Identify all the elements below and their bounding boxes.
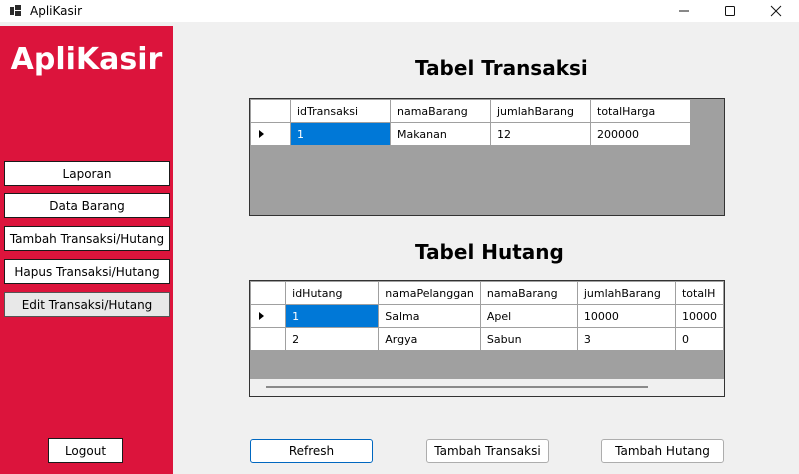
row-header-corner — [250, 281, 287, 305]
tambah-transaksi-button[interactable]: Tambah Transaksi — [426, 439, 549, 463]
table-cell[interactable]: Salma — [378, 304, 481, 328]
brand-title: ApliKasir — [10, 42, 163, 77]
column-header-idhutang[interactable]: idHutang — [285, 281, 380, 305]
row-header[interactable] — [250, 122, 291, 146]
column-header-totalh[interactable]: totalH — [674, 281, 724, 305]
table-cell[interactable]: 10000 — [674, 304, 724, 328]
sidebar-item-data-barang[interactable]: Data Barang — [4, 193, 170, 218]
table-header-row: idTransaksi namaBarang jumlahBarang tota… — [250, 99, 691, 123]
transaksi-table: idTransaksi namaBarang jumlahBarang tota… — [250, 99, 691, 146]
logout-button[interactable]: Logout — [48, 438, 123, 463]
current-row-arrow-icon — [259, 130, 264, 138]
title-bar[interactable]: ApliKasir — [0, 0, 799, 22]
minimize-icon — [679, 10, 689, 12]
column-header-totalharga[interactable]: totalHarga — [590, 99, 691, 123]
sidebar-item-hapus-transaksi-hutang[interactable]: Hapus Transaksi/Hutang — [4, 259, 170, 284]
table-cell[interactable]: 0 — [674, 327, 724, 351]
scrollbar-thumb[interactable] — [266, 386, 648, 388]
hutang-grid[interactable]: idHutang namaPelanggan namaBarang jumlah… — [249, 280, 725, 397]
sidebar-item-edit-transaksi-hutang[interactable]: Edit Transaksi/Hutang — [4, 292, 170, 317]
row-header[interactable] — [250, 304, 287, 328]
sidebar-item-tambah-transaksi-hutang[interactable]: Tambah Transaksi/Hutang — [4, 226, 170, 251]
table-row[interactable]: 1 Makanan 12 200000 — [250, 122, 691, 146]
hutang-table: idHutang namaPelanggan namaBarang jumlah… — [250, 281, 724, 351]
table-cell[interactable]: Sabun — [479, 327, 578, 351]
close-icon — [770, 5, 782, 17]
table-cell[interactable]: 1 — [290, 122, 391, 146]
table-cell[interactable]: 1 — [285, 304, 380, 328]
table-header-row: idHutang namaPelanggan namaBarang jumlah… — [250, 281, 724, 305]
row-header-corner — [250, 99, 291, 123]
refresh-button[interactable]: Refresh — [250, 439, 373, 463]
column-header-namabarang[interactable]: namaBarang — [479, 281, 578, 305]
sidebar: ApliKasir Laporan Data Barang Tambah Tra… — [0, 26, 173, 474]
table-cell[interactable]: Apel — [479, 304, 578, 328]
maximize-button[interactable] — [707, 0, 753, 22]
tambah-hutang-button[interactable]: Tambah Hutang — [601, 439, 724, 463]
table-row[interactable]: 1 Salma Apel 10000 10000 — [250, 304, 724, 328]
transaksi-grid[interactable]: idTransaksi namaBarang jumlahBarang tota… — [249, 98, 725, 216]
hutang-title: Tabel Hutang — [415, 240, 564, 264]
window-title: ApliKasir — [30, 4, 83, 18]
column-header-jumlahbarang[interactable]: jumlahBarang — [490, 99, 591, 123]
table-cell[interactable]: 200000 — [590, 122, 691, 146]
table-cell[interactable]: 2 — [285, 327, 380, 351]
transaksi-title: Tabel Transaksi — [415, 56, 588, 80]
table-cell[interactable]: 3 — [576, 327, 676, 351]
column-header-namapelanggan[interactable]: namaPelanggan — [378, 281, 481, 305]
column-header-idtransaksi[interactable]: idTransaksi — [290, 99, 391, 123]
column-header-namabarang[interactable]: namaBarang — [390, 99, 491, 123]
current-row-arrow-icon — [259, 312, 264, 320]
table-cell[interactable]: 10000 — [576, 304, 676, 328]
app-window: ApliKasir ApliKasir Laporan Data Barang … — [0, 0, 799, 474]
sidebar-item-laporan[interactable]: Laporan — [4, 161, 170, 186]
close-button[interactable] — [753, 0, 799, 22]
horizontal-scrollbar[interactable] — [250, 379, 724, 396]
row-header[interactable] — [250, 327, 287, 351]
table-cell[interactable]: Argya — [378, 327, 481, 351]
maximize-icon — [725, 6, 735, 16]
table-cell[interactable]: 12 — [490, 122, 591, 146]
app-icon — [10, 5, 21, 16]
column-header-jumlahbarang[interactable]: jumlahBarang — [576, 281, 676, 305]
minimize-button[interactable] — [661, 0, 707, 22]
table-row[interactable]: 2 Argya Sabun 3 0 — [250, 327, 724, 351]
table-cell[interactable]: Makanan — [390, 122, 491, 146]
